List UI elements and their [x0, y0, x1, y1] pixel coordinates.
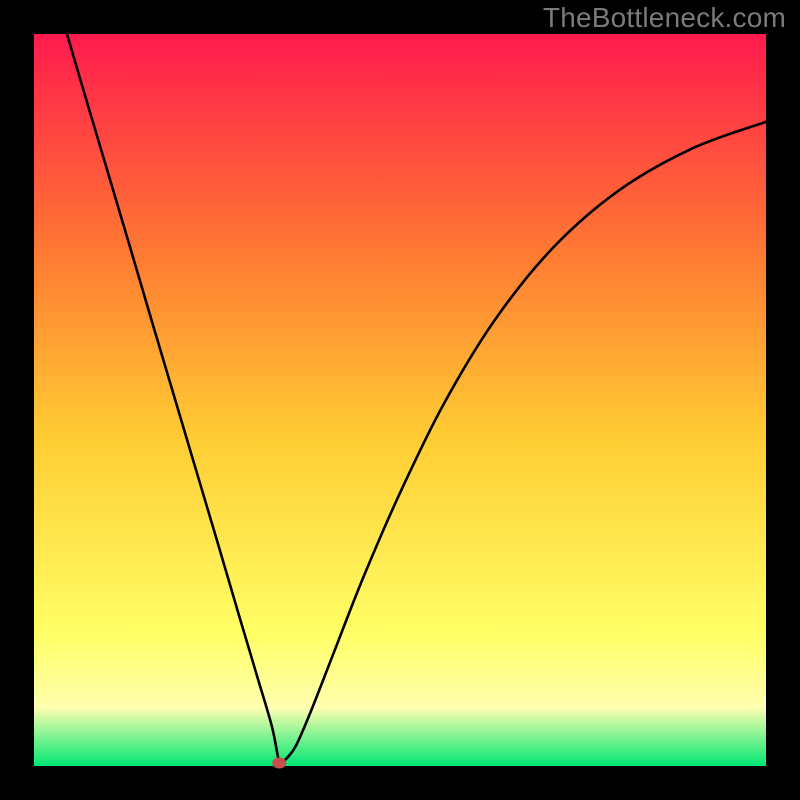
optimal-point-marker	[272, 758, 286, 769]
plot-background	[34, 34, 766, 766]
watermark-text: TheBottleneck.com	[543, 2, 786, 34]
chart-container: TheBottleneck.com	[0, 0, 800, 800]
bottleneck-chart	[0, 0, 800, 800]
